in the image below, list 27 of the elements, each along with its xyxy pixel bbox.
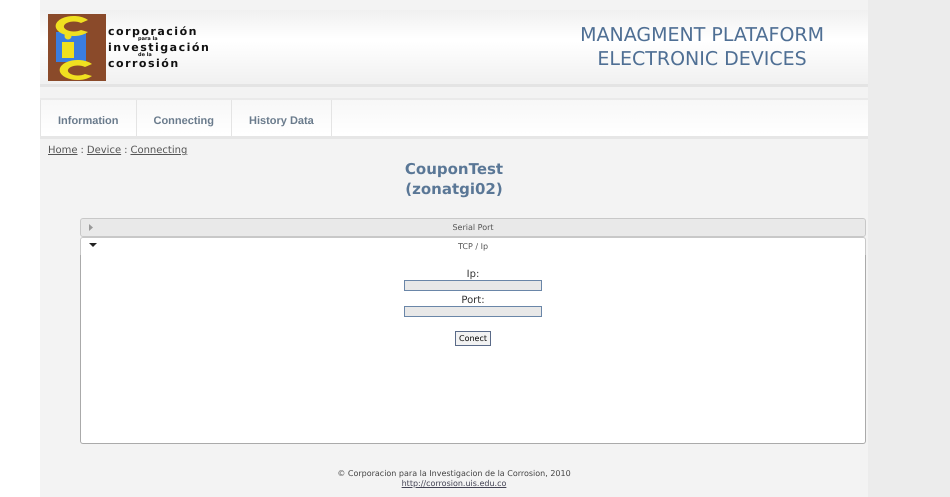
breadcrumb-link[interactable]: Device: [86, 145, 122, 156]
accordion-header[interactable]: Serial Port: [80, 218, 866, 237]
accordion-header[interactable]: TCP / Ip: [80, 237, 866, 255]
breadcrumb-separator: :: [80, 145, 84, 156]
input-field[interactable]: [404, 306, 542, 317]
site-title: ELECTRONIC DEVICES: [597, 47, 807, 71]
nav-tab[interactable]: Connecting: [136, 100, 232, 136]
field-label: Ip:: [466, 269, 480, 280]
logo-text: corrosión: [108, 58, 181, 68]
field-label: Port:: [461, 295, 485, 306]
footer-link[interactable]: http://corrosion.uis.edu.co: [402, 479, 506, 489]
nav-tab[interactable]: Information: [40, 100, 136, 136]
logo-text: investigación: [108, 42, 210, 52]
device-id: (zonatgi02): [405, 179, 503, 199]
copyright-text: © Corporacion para la Investigacion de la Corrosion, 2010: [337, 469, 571, 479]
breadcrumb-link[interactable]: Connecting: [130, 145, 188, 156]
breadcrumb-separator: :: [124, 145, 128, 156]
site-title: MANAGMENT PLATAFORM: [580, 23, 824, 47]
connect-button[interactable]: Conect: [454, 331, 491, 346]
logo-text: corporación: [108, 26, 199, 36]
nav-tab[interactable]: History Data: [232, 100, 332, 136]
input-field[interactable]: [404, 280, 542, 291]
expand-icon: [89, 224, 94, 231]
logo-icon: [48, 14, 106, 80]
collapse-icon: [89, 243, 97, 248]
breadcrumb-link[interactable]: Home: [48, 145, 78, 156]
device-name: CouponTest: [404, 159, 504, 179]
